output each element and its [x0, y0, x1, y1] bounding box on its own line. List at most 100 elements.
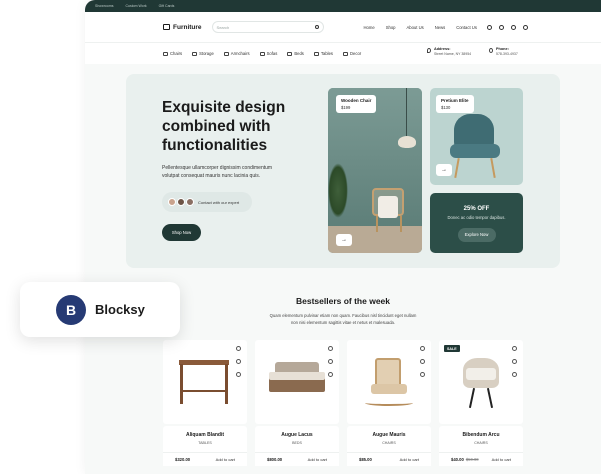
- accent-chair-cushion: [466, 368, 496, 380]
- compare-icon[interactable]: [328, 359, 333, 364]
- contact-address: Address: Street Name, NY 38954: [427, 47, 471, 56]
- nav-about[interactable]: About Us: [406, 25, 423, 30]
- arrow-right-icon[interactable]: →: [436, 164, 452, 176]
- product-actions: [236, 346, 241, 377]
- product-image[interactable]: [347, 340, 431, 424]
- sofa-logo-icon: [163, 24, 170, 30]
- compare-icon[interactable]: [236, 359, 241, 364]
- product-name[interactable]: Augue Mauris: [347, 432, 431, 438]
- heart-icon[interactable]: [420, 346, 425, 351]
- add-to-cart-button[interactable]: Add to cart: [492, 457, 511, 462]
- hero-title: Exquisite design combined with functiona…: [162, 99, 286, 154]
- theme-name: Blocksy: [95, 302, 145, 317]
- product-category[interactable]: CHAIRS: [439, 441, 523, 445]
- eye-icon[interactable]: [420, 372, 425, 377]
- phone-icon: [489, 48, 493, 53]
- expert-contact[interactable]: Contact with our expert: [162, 192, 252, 212]
- category-label: Storage: [199, 51, 214, 56]
- topbar-link-showrooms[interactable]: Showrooms: [95, 4, 113, 8]
- heart-icon[interactable]: [512, 346, 517, 351]
- topbar-link-custom-work[interactable]: Custom Work: [125, 4, 146, 8]
- product-category[interactable]: BEDS: [255, 441, 339, 445]
- heart-icon[interactable]: [236, 346, 241, 351]
- compare-icon[interactable]: [510, 24, 516, 30]
- shop-now-button[interactable]: Shop Now: [162, 224, 201, 241]
- chair-cushion: [378, 196, 398, 218]
- plant-image: [328, 163, 348, 218]
- product-buy-row: $320.00 Add to cart: [163, 452, 247, 466]
- add-to-cart-button[interactable]: Add to cart: [400, 457, 419, 462]
- eye-icon[interactable]: [512, 372, 517, 377]
- product-image[interactable]: [163, 340, 247, 424]
- table-leg: [225, 364, 228, 404]
- accent-chair-leg: [486, 388, 494, 408]
- address-value: Street Name, NY 38954: [434, 52, 472, 56]
- eye-icon[interactable]: [328, 372, 333, 377]
- add-to-cart-button[interactable]: Add to cart: [216, 457, 235, 462]
- arrow-right-icon[interactable]: →: [336, 234, 352, 246]
- category-label: Sofas: [266, 51, 278, 56]
- nav-news[interactable]: News: [435, 25, 445, 30]
- category-tables[interactable]: Tables: [313, 51, 333, 56]
- product-name[interactable]: Aliquam Blandit: [163, 432, 247, 438]
- product-card-pretium-elite[interactable]: Pretium Elite $130 →: [430, 88, 523, 185]
- product-category[interactable]: TABLES: [163, 441, 247, 445]
- cart-icon[interactable]: [522, 24, 528, 30]
- product-tag-price: $199: [341, 104, 351, 110]
- product-actions: [512, 346, 517, 377]
- compare-icon[interactable]: [512, 359, 517, 364]
- category-decor[interactable]: Decor: [343, 51, 361, 56]
- product-actions: [328, 346, 333, 377]
- product-tag-price: $130: [441, 104, 451, 110]
- explore-now-button[interactable]: Explore Now: [457, 228, 496, 242]
- topbar-link-gift-cards[interactable]: Gift Cards: [159, 4, 175, 8]
- category-armchairs[interactable]: Armchairs: [223, 51, 250, 56]
- user-icon[interactable]: [486, 24, 492, 30]
- product-card[interactable]: SALE Bibendum Arcu CHAIRS $40.00 $50.00 A…: [439, 340, 523, 474]
- category-label: Armchairs: [230, 51, 250, 56]
- category-storage[interactable]: Storage: [192, 51, 214, 56]
- theme-badge: B Blocksy: [20, 282, 180, 337]
- product-card[interactable]: Augue Lacus BEDS $800.00 Add to cart: [255, 340, 339, 474]
- expert-label: Contact with our expert: [198, 199, 240, 205]
- site-logo[interactable]: Furniture: [163, 24, 202, 31]
- product-image[interactable]: SALE: [439, 340, 523, 424]
- avatar: [177, 198, 185, 206]
- lamp-cord: [406, 88, 407, 136]
- rocker-base: [365, 400, 413, 406]
- product-card[interactable]: Aliquam Blandit TABLES $320.00 Add to ca…: [163, 340, 247, 474]
- nav-contact[interactable]: Contact Us: [456, 25, 477, 30]
- eye-icon[interactable]: [236, 372, 241, 377]
- map-pin-icon: [427, 48, 431, 53]
- compare-icon[interactable]: [420, 359, 425, 364]
- heart-icon[interactable]: [498, 24, 504, 30]
- category-sofas[interactable]: Sofas: [259, 51, 278, 56]
- product-tag: Wooden Chair $199: [336, 95, 377, 113]
- search-input[interactable]: Search: [211, 21, 324, 33]
- rocker-seat: [371, 384, 407, 394]
- product-name[interactable]: Bibendum Arcu: [439, 432, 523, 438]
- table-icon: [313, 51, 319, 56]
- category-beds[interactable]: Beds: [287, 51, 304, 56]
- chair-leg: [376, 216, 378, 232]
- nav-home[interactable]: Home: [364, 25, 375, 30]
- blocksy-logo-icon: B: [56, 294, 86, 325]
- bed-blanket: [269, 372, 325, 380]
- add-to-cart-button[interactable]: Add to cart: [308, 457, 327, 462]
- promo-subtitle: Donec ac odio tempor dapibus.: [447, 215, 506, 220]
- product-card-wooden-chair[interactable]: Wooden Chair $199 →: [328, 88, 422, 253]
- product-tag-name: Pretium Elite: [441, 98, 469, 103]
- armchair-leg: [454, 157, 460, 179]
- product-category[interactable]: CHAIRS: [347, 441, 431, 445]
- heart-icon[interactable]: [328, 346, 333, 351]
- old-price: $50.00: [465, 457, 479, 462]
- category-chairs[interactable]: Chairs: [163, 51, 182, 56]
- product-card[interactable]: Augue Mauris CHAIRS $85.00 Add to cart: [347, 340, 431, 474]
- product-tag-name: Wooden Chair: [341, 98, 372, 103]
- lamp-image: [398, 136, 416, 148]
- nav-shop[interactable]: Shop: [386, 25, 396, 30]
- search-icon[interactable]: [314, 25, 319, 29]
- product-name[interactable]: Augue Lacus: [255, 432, 339, 438]
- product-image[interactable]: [255, 340, 339, 424]
- top-bar: Showrooms Custom Work Gift Cards: [85, 0, 601, 12]
